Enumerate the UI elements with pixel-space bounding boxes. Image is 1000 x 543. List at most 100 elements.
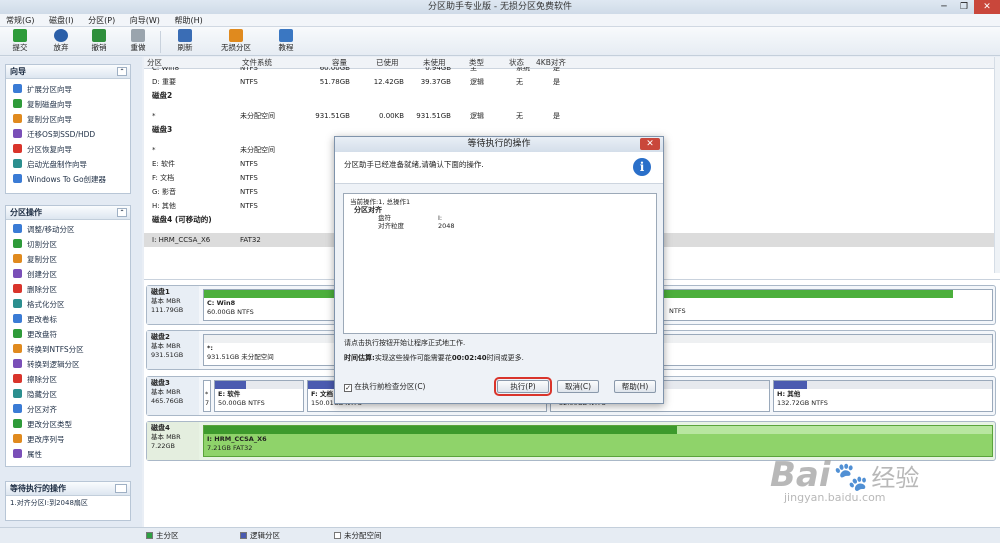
menu-disk[interactable]: 磁盘(I) [43, 14, 80, 27]
maximize-button[interactable]: ❐ [954, 0, 974, 14]
minimize-button[interactable]: ─ [934, 0, 954, 14]
partition-op-item-icon [13, 359, 22, 368]
partition-op-item-icon [13, 269, 22, 278]
wizard-item[interactable]: 迁移OS到SSD/HDD [6, 127, 130, 142]
partition-row[interactable]: C: Win8 NTFS 60.00GB 0.94GB 主系统是 [144, 67, 994, 73]
partition-ops-panel: 分区操作 ⌃ 调整/移动分区 切割分区 复制分区 创建分区 删除分区 格式化分区 更改卷标更… [5, 205, 131, 467]
tutorial-button[interactable]: 教程 [272, 29, 300, 53]
menu-wizard[interactable]: 向导(W) [124, 14, 166, 27]
partition-op-item[interactable]: 更改盘符 [6, 327, 130, 342]
partition-op-item[interactable]: 分区对齐 [6, 402, 130, 417]
wizard-item[interactable]: 启动光盘制作向导 [6, 157, 130, 172]
usage-bar [204, 426, 677, 434]
undo-button[interactable]: 撤销 [86, 29, 112, 53]
discard-button[interactable]: 放弃 [48, 29, 74, 53]
legend-unallocated: 未分配空间 [334, 528, 382, 543]
partition-op-item-icon [13, 449, 22, 458]
partition-block-selected[interactable]: I: HRM_CCSA_X6 7.21GB FAT32 [203, 425, 993, 457]
check-icon [13, 29, 27, 42]
wizard-item[interactable]: Windows To Go创建器 [6, 172, 130, 187]
wizard-item[interactable]: 复制磁盘向导 [6, 97, 130, 112]
disk-info: 磁盘1 基本 MBR 111.79GB [147, 286, 199, 324]
partition-op-item[interactable]: 转换到逻辑分区 [6, 357, 130, 372]
wizard-item-icon [13, 174, 22, 183]
partition-op-item[interactable]: 切割分区 [6, 237, 130, 252]
menu-bar: 常规(G) 磁盘(I) 分区(P) 向导(W) 帮助(H) [0, 14, 1000, 27]
partition-op-item[interactable]: 调整/移动分区 [6, 222, 130, 237]
redo-icon [131, 29, 145, 42]
partition-op-item[interactable]: 擦除分区 [6, 372, 130, 387]
partition-op-item[interactable]: 创建分区 [6, 267, 130, 282]
partition-op-item[interactable]: 转换到NTFS分区 [6, 342, 130, 357]
dialog-close-button[interactable]: ✕ [640, 138, 660, 150]
partition-op-item-icon [13, 314, 22, 323]
execute-button[interactable]: 执行(P) [494, 377, 552, 396]
partition-op-item-icon [13, 434, 22, 443]
partition-block[interactable]: H: 其他 132.72GB NTFS [773, 380, 993, 412]
lossless-partition-button[interactable]: 无损分区 [214, 29, 258, 53]
partition-op-item[interactable]: 格式化分区 [6, 297, 130, 312]
cancel-button[interactable]: 取消(C) [557, 380, 599, 393]
disk-info: 磁盘4 基本 MBR 7.22GB [147, 422, 199, 460]
partition-op-item-icon [13, 224, 22, 233]
collapse-chevron-icon[interactable]: ⌃ [117, 67, 127, 76]
pending-ops-dialog: 等待执行的操作 ✕ 分区助手已经准备就绪,请确认下面的操作. i 当前操作:1,… [334, 136, 664, 404]
legend-primary: 主分区 [146, 528, 179, 543]
undo-icon [92, 29, 106, 42]
discard-icon [54, 29, 68, 42]
partition-row[interactable]: * 未分配空间 931.51GB 0.00KB 931.51GB 逻辑无是 [144, 109, 994, 123]
checkbox-checked-icon[interactable]: ✓ [344, 384, 352, 392]
toolbar: 提交 放弃 撤销 重做 刷新 无损分区 教程 [0, 27, 1000, 56]
partition-op-item[interactable]: 属性 [6, 447, 130, 462]
commit-button[interactable]: 提交 [7, 29, 33, 53]
wizard-item[interactable]: 复制分区向导 [6, 112, 130, 127]
wizard-item-icon [13, 99, 22, 108]
wizard-panel-header: 向导 ⌃ [6, 65, 130, 79]
partition-op-item-icon [13, 389, 22, 398]
partition-op-item-icon [13, 239, 22, 248]
wizard-item-icon [13, 114, 22, 123]
redo-button[interactable]: 重做 [125, 29, 151, 53]
partition-ops-header: 分区操作 ⌃ [6, 206, 130, 220]
refresh-button[interactable]: 刷新 [171, 29, 199, 53]
refresh-icon [178, 29, 192, 42]
menu-help[interactable]: 帮助(H) [168, 14, 208, 27]
partition-op-item[interactable]: 更改分区类型 [6, 417, 130, 432]
lossless-partition-icon [229, 29, 243, 42]
menu-general[interactable]: 常规(G) [0, 14, 40, 27]
menu-partition[interactable]: 分区(P) [82, 14, 121, 27]
partition-block[interactable]: E: 软件 50.00GB NTFS [214, 380, 304, 412]
disk-info: 磁盘3 基本 MBR 465.76GB [147, 377, 199, 415]
tutorial-icon [279, 29, 293, 42]
status-bar: 主分区 逻辑分区 未分配空间 [0, 527, 1000, 543]
pending-op-item[interactable]: 1.对齐分区I:到2048扇区 [6, 496, 130, 511]
wizard-item[interactable]: 扩展分区向导 [6, 82, 130, 97]
wizard-item-icon [13, 84, 22, 93]
disk-group-header[interactable]: 磁盘3 [144, 123, 994, 137]
operations-list: 当前操作:1, 总操作1 分区对齐 盘符 I: 对齐粒度 2048 [343, 193, 657, 334]
partition-op-item[interactable]: 更改卷标 [6, 312, 130, 327]
help-button[interactable]: 帮助(H) [614, 380, 656, 393]
collapse-chevron-icon[interactable]: ⌃ [117, 208, 127, 217]
wizard-item[interactable]: 分区恢复向导 [6, 142, 130, 157]
wizard-panel: 向导 ⌃ 扩展分区向导 复制磁盘向导 复制分区向导 迁移OS到SSD/HDD 分区恢复向… [5, 64, 131, 194]
partition-op-item[interactable]: 复制分区 [6, 252, 130, 267]
time-estimate: 时间估算:实现这些操作可能需要花00:02:40时间或更多. [344, 354, 524, 362]
collapse-chevron-icon[interactable] [115, 484, 127, 493]
partition-op-item[interactable]: 更改序列号 [6, 432, 130, 447]
partition-op-item[interactable]: 删除分区 [6, 282, 130, 297]
partition-op-item-icon [13, 329, 22, 338]
dialog-message: 分区助手已经准备就绪,请确认下面的操作. i [335, 152, 663, 184]
partition-block[interactable]: * 7 [203, 380, 211, 412]
pending-ops-header: 等待执行的操作 [6, 482, 130, 496]
usage-bar [215, 381, 246, 389]
watermark: Bai 🐾 经验 jingyan.baidu.com [770, 455, 920, 504]
close-button[interactable]: ✕ [974, 0, 1000, 14]
disk-group-header[interactable]: 磁盘2 [144, 89, 994, 103]
wizard-item-icon [13, 159, 22, 168]
check-before-execute[interactable]: ✓ 在执行前检查分区(C) [344, 381, 425, 392]
partition-row[interactable]: D: 重要 NTFS 51.78GB 12.42GB 39.37GB 逻辑无是 [144, 75, 994, 89]
partition-op-item[interactable]: 隐藏分区 [6, 387, 130, 402]
list-scrollbar[interactable] [994, 57, 1000, 273]
pending-ops-panel: 等待执行的操作 1.对齐分区I:到2048扇区 [5, 481, 131, 521]
